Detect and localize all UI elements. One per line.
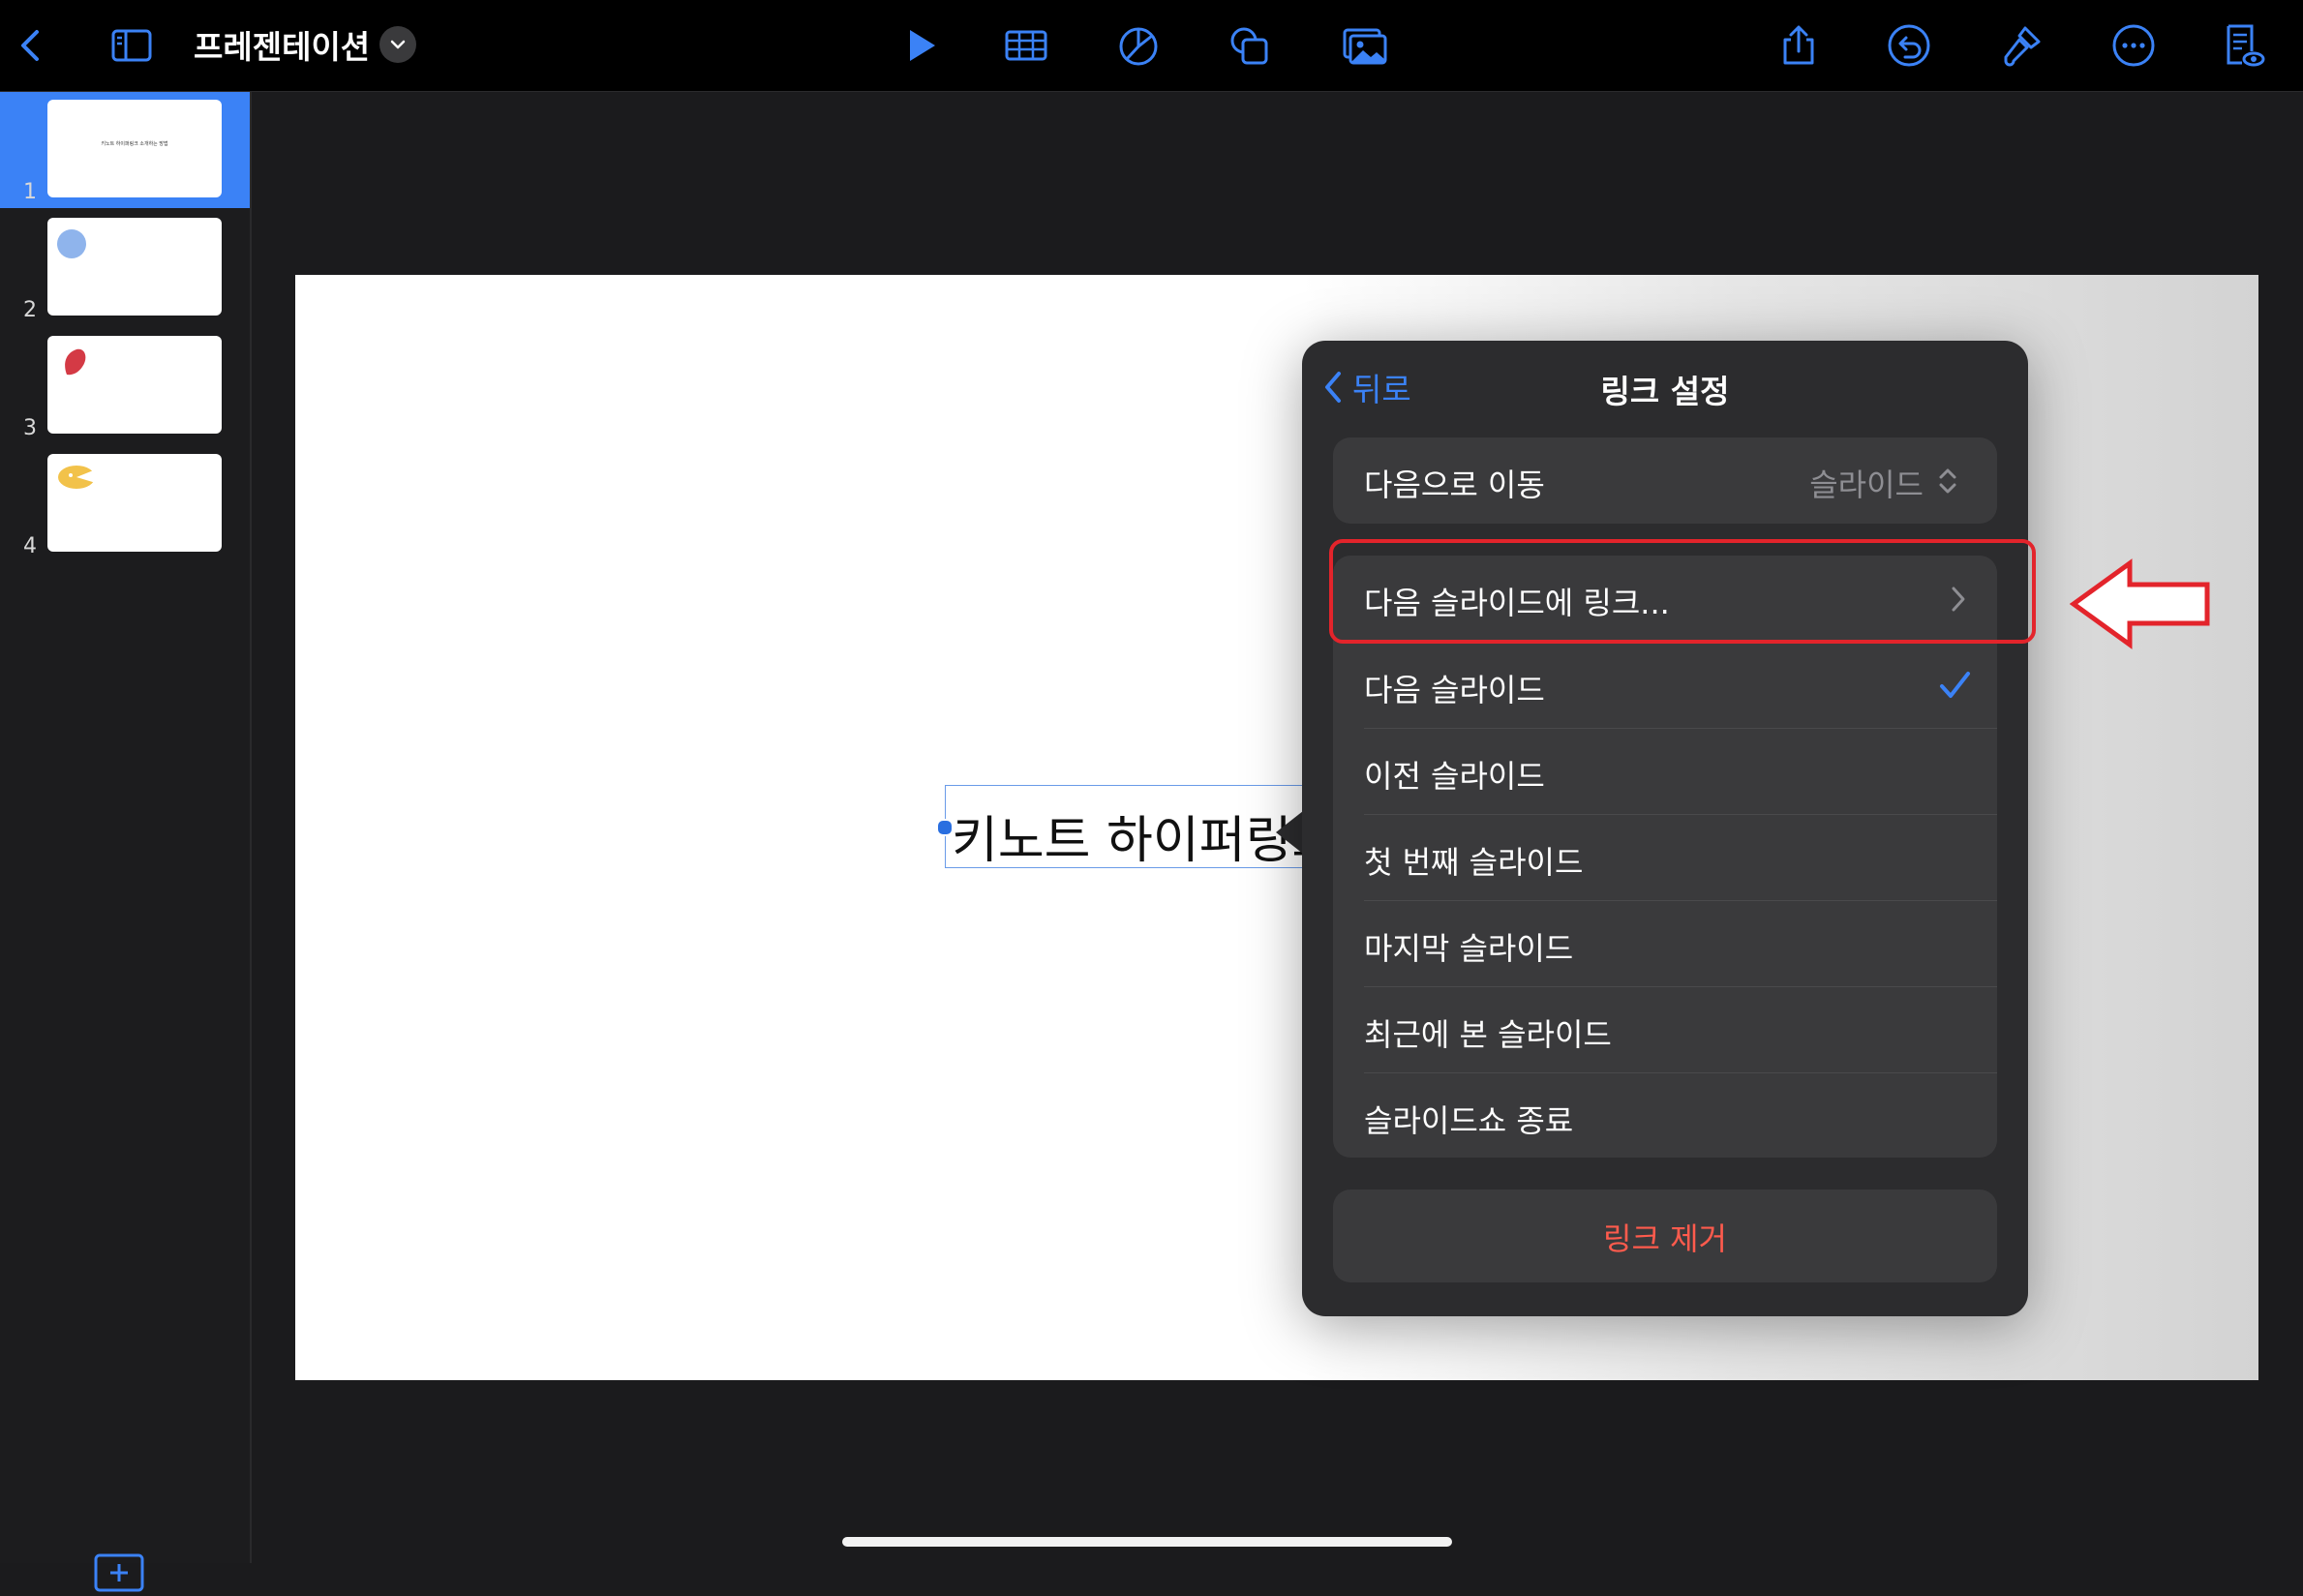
- link-settings-popover: 링크 설정 뒤로 다음으로 이동 슬라이드 다음 슬라이드에 링크... 다음 …: [1302, 341, 2028, 1316]
- format-brush-icon[interactable]: [1994, 19, 2048, 72]
- red-leaf-shape: [65, 348, 86, 376]
- presenter-notes-icon[interactable]: [2215, 19, 2269, 72]
- slide-number: 2: [23, 298, 37, 322]
- updown-chevron-icon: [1939, 468, 1956, 494]
- play-icon[interactable]: [893, 19, 947, 72]
- more-icon[interactable]: [2106, 19, 2161, 72]
- option-label: 최근에 본 슬라이드: [1364, 1016, 1612, 1053]
- navigate-to-group: 다음으로 이동 슬라이드: [1333, 437, 1997, 524]
- back-chevron-icon[interactable]: [4, 19, 58, 72]
- yellow-pacman-shape: [58, 466, 96, 489]
- checkmark-icon: [1940, 672, 1970, 698]
- undo-icon[interactable]: [1882, 19, 1936, 72]
- hyperlink-textbox[interactable]: 키노트 하이퍼링크: [945, 785, 1332, 868]
- navigate-to-value: 슬라이드: [1809, 467, 1924, 503]
- slide-navigator: 키노트 하이퍼링크 소개하는 방법 1 2 3 4: [0, 92, 252, 1592]
- slide-thumbnail-2[interactable]: 2: [0, 210, 250, 326]
- slide-number: 3: [23, 416, 37, 440]
- add-slide-icon[interactable]: [94, 1553, 144, 1592]
- sidebar-toggle-icon[interactable]: [105, 19, 159, 72]
- back-button[interactable]: 뒤로: [1319, 364, 1411, 410]
- slide-number: 4: [23, 534, 37, 558]
- highlight-annotation: [1329, 539, 2036, 644]
- back-chevron-icon: [1325, 372, 1341, 403]
- slide-thumbnail-3[interactable]: 3: [0, 328, 250, 444]
- navigate-to-label: 다음으로 이동: [1364, 467, 1545, 503]
- option-recently-viewed-slide[interactable]: 최근에 본 슬라이드: [1333, 987, 1997, 1073]
- table-icon[interactable]: [999, 19, 1053, 72]
- popover-arrow: [1276, 811, 1303, 854]
- slide-preview: 키노트 하이퍼링크 소개하는 방법: [47, 100, 222, 197]
- share-icon[interactable]: [1772, 19, 1826, 72]
- title-menu-chevron-icon[interactable]: [379, 26, 416, 63]
- option-label: 슬라이드쇼 종료: [1364, 1102, 1574, 1139]
- link-options-group: 다음 슬라이드에 링크... 다음 슬라이드 이전 슬라이드 첫 번째 슬라이드…: [1333, 556, 1997, 1158]
- slide-preview: [47, 218, 222, 316]
- document-title[interactable]: 프레젠테이션: [194, 21, 370, 68]
- remove-link-label: 링크 제거: [1603, 1220, 1727, 1257]
- back-label: 뒤로: [1352, 371, 1411, 408]
- slide-number: 1: [23, 180, 37, 204]
- option-next-slide[interactable]: 다음 슬라이드: [1333, 643, 1997, 729]
- home-indicator: [842, 1537, 1452, 1547]
- shapes-icon[interactable]: [1222, 19, 1276, 72]
- option-first-slide[interactable]: 첫 번째 슬라이드: [1333, 815, 1997, 901]
- slide-preview-text: 키노트 하이퍼링크 소개하는 방법: [101, 141, 168, 147]
- red-arrow-annotation: [2070, 558, 2210, 649]
- option-label: 이전 슬라이드: [1364, 758, 1545, 795]
- chart-icon[interactable]: [1111, 19, 1166, 72]
- option-previous-slide[interactable]: 이전 슬라이드: [1333, 729, 1997, 815]
- option-exit-slideshow[interactable]: 슬라이드쇼 종료: [1333, 1073, 1997, 1158]
- slide-thumbnail-4[interactable]: 4: [0, 446, 250, 562]
- option-label: 다음 슬라이드: [1364, 672, 1545, 708]
- toolbar: 프레젠테이션: [0, 0, 2303, 92]
- navigate-to-row[interactable]: 다음으로 이동 슬라이드: [1333, 437, 1997, 524]
- slide-preview: [47, 336, 222, 434]
- option-last-slide[interactable]: 마지막 슬라이드: [1333, 901, 1997, 987]
- slide-thumbnail-1[interactable]: 키노트 하이퍼링크 소개하는 방법 1: [0, 92, 250, 208]
- option-label: 마지막 슬라이드: [1364, 930, 1574, 967]
- media-icon[interactable]: [1338, 19, 1392, 72]
- slide-preview: [47, 454, 222, 552]
- option-label: 첫 번째 슬라이드: [1364, 844, 1584, 881]
- blue-circle-shape: [57, 229, 86, 258]
- remove-link-button[interactable]: 링크 제거: [1333, 1189, 1997, 1282]
- selection-handle[interactable]: [936, 819, 954, 836]
